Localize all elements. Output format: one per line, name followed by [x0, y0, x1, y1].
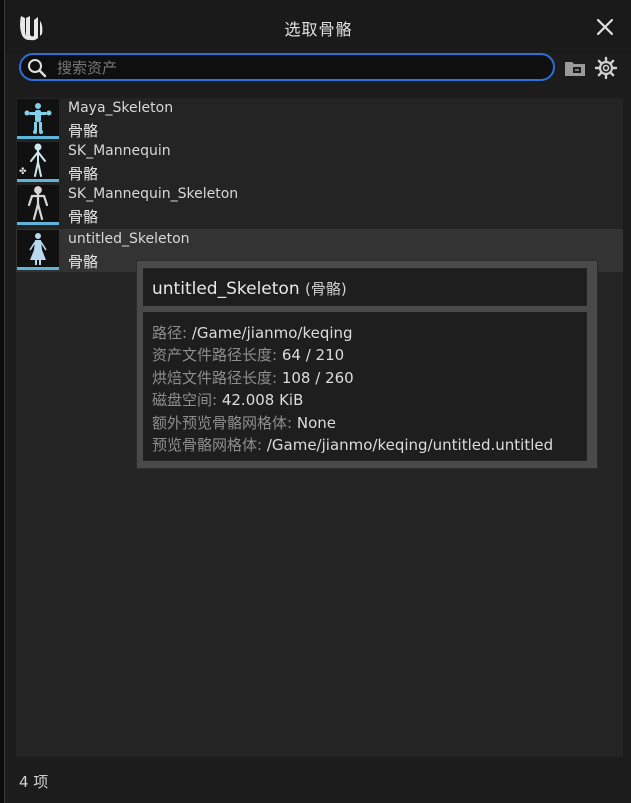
- skeleton-icon: [24, 103, 52, 134]
- tooltip-key: 烘焙文件路径长度:: [152, 369, 278, 387]
- tooltip-key: 额外预览骨骼网格体:: [152, 414, 293, 432]
- list-item[interactable]: SK_Mannequin_Skeleton 骨骼: [16, 184, 623, 227]
- skeleton-icon: [27, 186, 49, 221]
- tooltip-key: 资产文件路径长度:: [152, 346, 278, 364]
- tooltip-key: 预览骨骼网格体:: [152, 436, 263, 454]
- item-count: 4 项: [19, 773, 49, 791]
- asset-type: 骨骼: [68, 253, 99, 271]
- asset-type: 骨骼: [68, 165, 99, 183]
- tooltip-row: 预览骨骼网格体: /Game/jianmo/keqing/untitled.un…: [152, 434, 553, 455]
- search-box[interactable]: [19, 53, 555, 81]
- asset-name: SK_Mannequin: [68, 143, 171, 159]
- asset-tooltip: untitled_Skeleton (骨骼) 路径: /Game/jianmo/…: [136, 260, 598, 469]
- asset-type: 骨骼: [68, 208, 99, 226]
- asset-name: SK_Mannequin_Skeleton: [68, 186, 239, 202]
- tooltip-row: 额外预览骨骼网格体: None: [152, 412, 336, 433]
- asset-type: 骨骼: [68, 122, 99, 140]
- gear-icon[interactable]: [594, 56, 618, 80]
- tooltip-value: 42.008 KiB: [221, 391, 304, 409]
- tooltip-row: 烘焙文件路径长度: 108 / 260: [152, 367, 354, 388]
- tooltip-row: 资产文件路径长度: 64 / 210: [152, 344, 344, 365]
- asset-name: untitled_Skeleton: [68, 231, 190, 247]
- skeleton-thumbnail: [17, 99, 59, 139]
- tooltip-value: 64 / 210: [281, 346, 345, 364]
- tooltip-header: untitled_Skeleton (骨骼): [143, 268, 587, 306]
- tooltip-asset-type: (骨骼): [305, 280, 347, 298]
- plugin-badge: ✤: [19, 167, 27, 177]
- tooltip-value: /Game/jianmo/keqing: [191, 324, 353, 342]
- tooltip-row: 磁盘空间: 42.008 KiB: [152, 389, 303, 410]
- search-icon: [28, 59, 47, 78]
- asset-name: Maya_Skeleton: [68, 100, 174, 116]
- tooltip-key: 路径:: [152, 324, 188, 342]
- tooltip-row: 路径: /Game/jianmo/keqing: [152, 322, 353, 343]
- tooltip-value: /Game/jianmo/keqing/untitled.untitled: [266, 436, 554, 454]
- title-bar[interactable]: 选取骨骼: [5, 0, 631, 54]
- pick-skeleton-dialog: 选取骨骼 搜索资产 Maya_Skeleton 骨骼 ✤ SK_Mannequi…: [4, 0, 631, 803]
- tooltip-value: None: [296, 414, 336, 432]
- list-item[interactable]: Maya_Skeleton 骨骼: [16, 98, 623, 141]
- tooltip-details: 路径: /Game/jianmo/keqing 资产文件路径长度: 64 / 2…: [143, 312, 587, 461]
- skeleton-thumbnail: [17, 230, 59, 270]
- tooltip-value: 108 / 260: [281, 369, 354, 387]
- skeleton-thumbnail: [17, 185, 59, 225]
- tooltip-key: 磁盘空间:: [152, 391, 218, 409]
- list-item[interactable]: ✤ SK_Mannequin 骨骼: [16, 141, 623, 184]
- close-icon[interactable]: [594, 16, 616, 38]
- skeleton-thumbnail: ✤: [17, 142, 59, 182]
- skeleton-icon: [29, 233, 47, 265]
- tooltip-asset-name: untitled_Skeleton: [152, 279, 300, 299]
- tooltip-title: untitled_Skeleton (骨骼): [152, 278, 347, 299]
- dialog-title: 选取骨骼: [284, 20, 353, 39]
- search-input[interactable]: [55, 57, 539, 79]
- folder-icon[interactable]: [563, 57, 587, 79]
